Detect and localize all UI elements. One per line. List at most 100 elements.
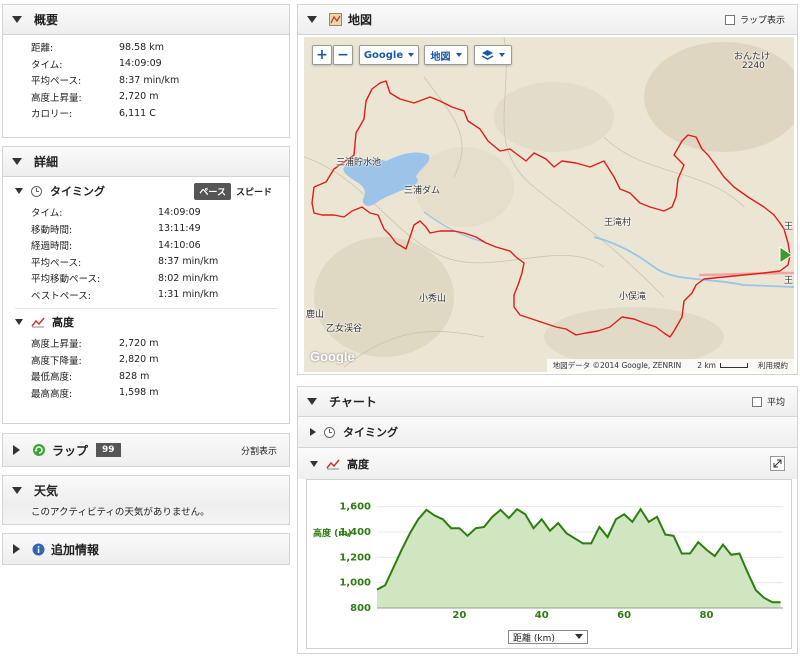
collapse-arrow-icon[interactable] bbox=[307, 16, 317, 23]
stat-label: 最高高度: bbox=[31, 388, 73, 400]
summary-header[interactable]: 概要 bbox=[3, 5, 289, 35]
chevron-down-icon bbox=[408, 53, 415, 57]
stat-row: 最高高度: 1,598 m bbox=[31, 385, 289, 402]
stat-value: 14:09:09 bbox=[119, 58, 162, 70]
speed-toggle-button[interactable]: スピード bbox=[231, 183, 277, 200]
terrain-map[interactable] bbox=[304, 37, 794, 372]
stat-label: タイム: bbox=[31, 208, 63, 220]
weather-panel: 天気 このアクティビティの天気がありません。 bbox=[2, 475, 290, 525]
collapse-arrow-icon[interactable] bbox=[15, 188, 23, 194]
zoom-in-button[interactable]: + bbox=[312, 45, 332, 65]
elevation-subheader[interactable]: 高度 bbox=[15, 311, 289, 333]
chart-header[interactable]: チャート 平均 bbox=[298, 387, 797, 417]
timing-rows: タイム: 14:09:09 移動時間: 13:11:49 経過時間: 14:10:06 平均… bbox=[15, 202, 289, 303]
map-terms-link[interactable]: 利用規約 bbox=[758, 360, 788, 371]
map-icon bbox=[329, 13, 342, 26]
map-label-shikayama: 鹿山 bbox=[306, 310, 325, 320]
chart-row-elevation[interactable]: 高度 bbox=[298, 448, 797, 479]
collapse-arrow-icon[interactable] bbox=[12, 16, 22, 23]
pace-toggle-button[interactable]: ペース bbox=[194, 182, 231, 200]
zoom-out-button[interactable]: − bbox=[333, 45, 353, 65]
map-scale: 2 km bbox=[697, 361, 716, 370]
map-label-edge-1: 王 bbox=[784, 222, 794, 232]
elevation-chart-icon bbox=[31, 317, 45, 328]
x-axis-select-value: 距離 (km) bbox=[513, 633, 555, 644]
average-checkbox[interactable] bbox=[751, 396, 762, 407]
average-toggle[interactable]: 平均 bbox=[751, 395, 785, 408]
stat-label: タイム: bbox=[31, 59, 63, 71]
elevation-area bbox=[377, 509, 781, 608]
stat-value: 1:31 min/km bbox=[158, 289, 219, 301]
y-tick-label: 800 bbox=[350, 603, 371, 614]
elevation-title: 高度 bbox=[52, 316, 74, 329]
expand-arrow-icon[interactable] bbox=[13, 445, 20, 455]
stat-value: 98.58 km bbox=[119, 41, 164, 53]
stat-value: 8:37 min/km bbox=[119, 74, 180, 86]
extra-info-header[interactable]: 追加情報 bbox=[3, 534, 289, 564]
map-label-reservoir: 三浦貯水池 bbox=[336, 158, 382, 168]
expand-chart-button[interactable] bbox=[770, 456, 785, 471]
weather-message: このアクティビティの天気がありません。 bbox=[3, 504, 289, 524]
stat-row: 高度上昇量: 2,720 m bbox=[31, 335, 289, 352]
x-axis-select[interactable]: 距離 (km) bbox=[508, 630, 588, 644]
stat-row: 経過時間: 14:10:06 bbox=[31, 237, 289, 254]
collapse-arrow-icon[interactable] bbox=[15, 319, 23, 325]
chart-row-timing[interactable]: タイミング bbox=[298, 417, 797, 448]
map-label-koshuzan: 小秀山 bbox=[419, 294, 447, 304]
stat-label: 高度上昇量: bbox=[31, 92, 82, 104]
stat-label: 平均ペース: bbox=[31, 257, 82, 269]
details-header[interactable]: 詳細 bbox=[3, 147, 289, 177]
summary-panel: 概要 距離: 98.58 km タイム: 14:09:09 平均ペース: 8:37 min… bbox=[2, 4, 290, 138]
collapse-arrow-icon[interactable] bbox=[12, 158, 22, 165]
average-label: 平均 bbox=[766, 398, 785, 408]
chevron-down-icon bbox=[455, 53, 462, 57]
map-panel: 地図 ラップ表示 おんたけ 2240 三浦貯水池 三浦ダム 王滝村 小俣滝 小秀… bbox=[297, 4, 798, 375]
stat-label: ベストペース: bbox=[31, 290, 91, 302]
laps-display-checkbox[interactable] bbox=[724, 14, 735, 25]
stat-row: タイム: 14:09:09 bbox=[31, 204, 289, 221]
summary-title: 概要 bbox=[34, 13, 59, 27]
split-view-link[interactable]: 分割表示 bbox=[241, 444, 277, 457]
stat-value: 6,111 C bbox=[119, 107, 156, 119]
stat-row: 移動時間: 13:11:49 bbox=[31, 221, 289, 238]
y-tick-label: 1,200 bbox=[339, 552, 371, 563]
laps-panel[interactable]: ラップ 99 分割表示 bbox=[2, 433, 290, 467]
map-label-ontake-elev: 2240 bbox=[742, 61, 765, 71]
x-tick-label: 20 bbox=[452, 610, 466, 620]
weather-header[interactable]: 天気 bbox=[3, 476, 289, 504]
stat-label: 高度下降量: bbox=[31, 355, 82, 367]
expand-arrow-icon[interactable] bbox=[13, 544, 20, 554]
map-provider-dropdown[interactable]: Google bbox=[359, 45, 419, 65]
stat-row: タイム: 14:09:09 bbox=[31, 56, 289, 73]
elevation-chart[interactable]: 8001,0001,2001,4001,60020 40 60 80高度 (m) bbox=[307, 480, 791, 620]
stat-label: 距離: bbox=[31, 43, 54, 55]
clock-icon bbox=[324, 426, 335, 438]
google-logo: Google bbox=[310, 349, 355, 364]
summary-rows: 距離: 98.58 km タイム: 14:09:09 平均ペース: 8:37 min/km… bbox=[3, 35, 289, 122]
stat-label: 最低高度: bbox=[31, 372, 73, 384]
elevation-chart-container: 800 1,000 1,200 1,400 1,600 20 40 60 80 高度 (m) 距離… bbox=[306, 479, 792, 649]
laps-count-badge: 99 bbox=[96, 443, 121, 457]
stat-row: ベストペース: 1:31 min/km bbox=[31, 287, 289, 304]
stat-row: 平均移動ペース: 8:02 min/km bbox=[31, 270, 289, 287]
map-canvas[interactable]: おんたけ 2240 三浦貯水池 三浦ダム 王滝村 小俣滝 小秀山 乙女渓谷 鹿山… bbox=[304, 37, 794, 372]
stat-value: 13:11:49 bbox=[158, 223, 201, 235]
map-label-otomekei: 乙女渓谷 bbox=[326, 324, 363, 334]
stat-value: 14:10:06 bbox=[158, 239, 201, 251]
laps-display-toggle[interactable]: ラップ表示 bbox=[724, 13, 785, 26]
map-header[interactable]: 地図 ラップ表示 bbox=[298, 5, 797, 35]
chevron-down-icon bbox=[499, 53, 505, 57]
collapse-arrow-icon[interactable] bbox=[12, 486, 22, 494]
laps-header[interactable]: ラップ 99 分割表示 bbox=[3, 434, 289, 466]
expand-arrow-icon[interactable] bbox=[310, 428, 316, 436]
timing-subheader[interactable]: タイミング ペース スピード bbox=[15, 180, 289, 202]
map-type-dropdown[interactable]: 地図 bbox=[424, 45, 468, 65]
collapse-arrow-icon[interactable] bbox=[310, 460, 318, 467]
laps-title: ラップ bbox=[52, 443, 89, 458]
map-footer: 地図データ ©2014 Google, ZENRIN 2 km 利用規約 bbox=[546, 359, 794, 372]
map-layers-dropdown[interactable] bbox=[474, 45, 512, 65]
stat-value: 2,720 m bbox=[119, 91, 159, 103]
extra-info-panel[interactable]: 追加情報 bbox=[2, 533, 290, 565]
collapse-arrow-icon[interactable] bbox=[307, 398, 317, 405]
stat-value: 8:02 min/km bbox=[158, 272, 219, 284]
